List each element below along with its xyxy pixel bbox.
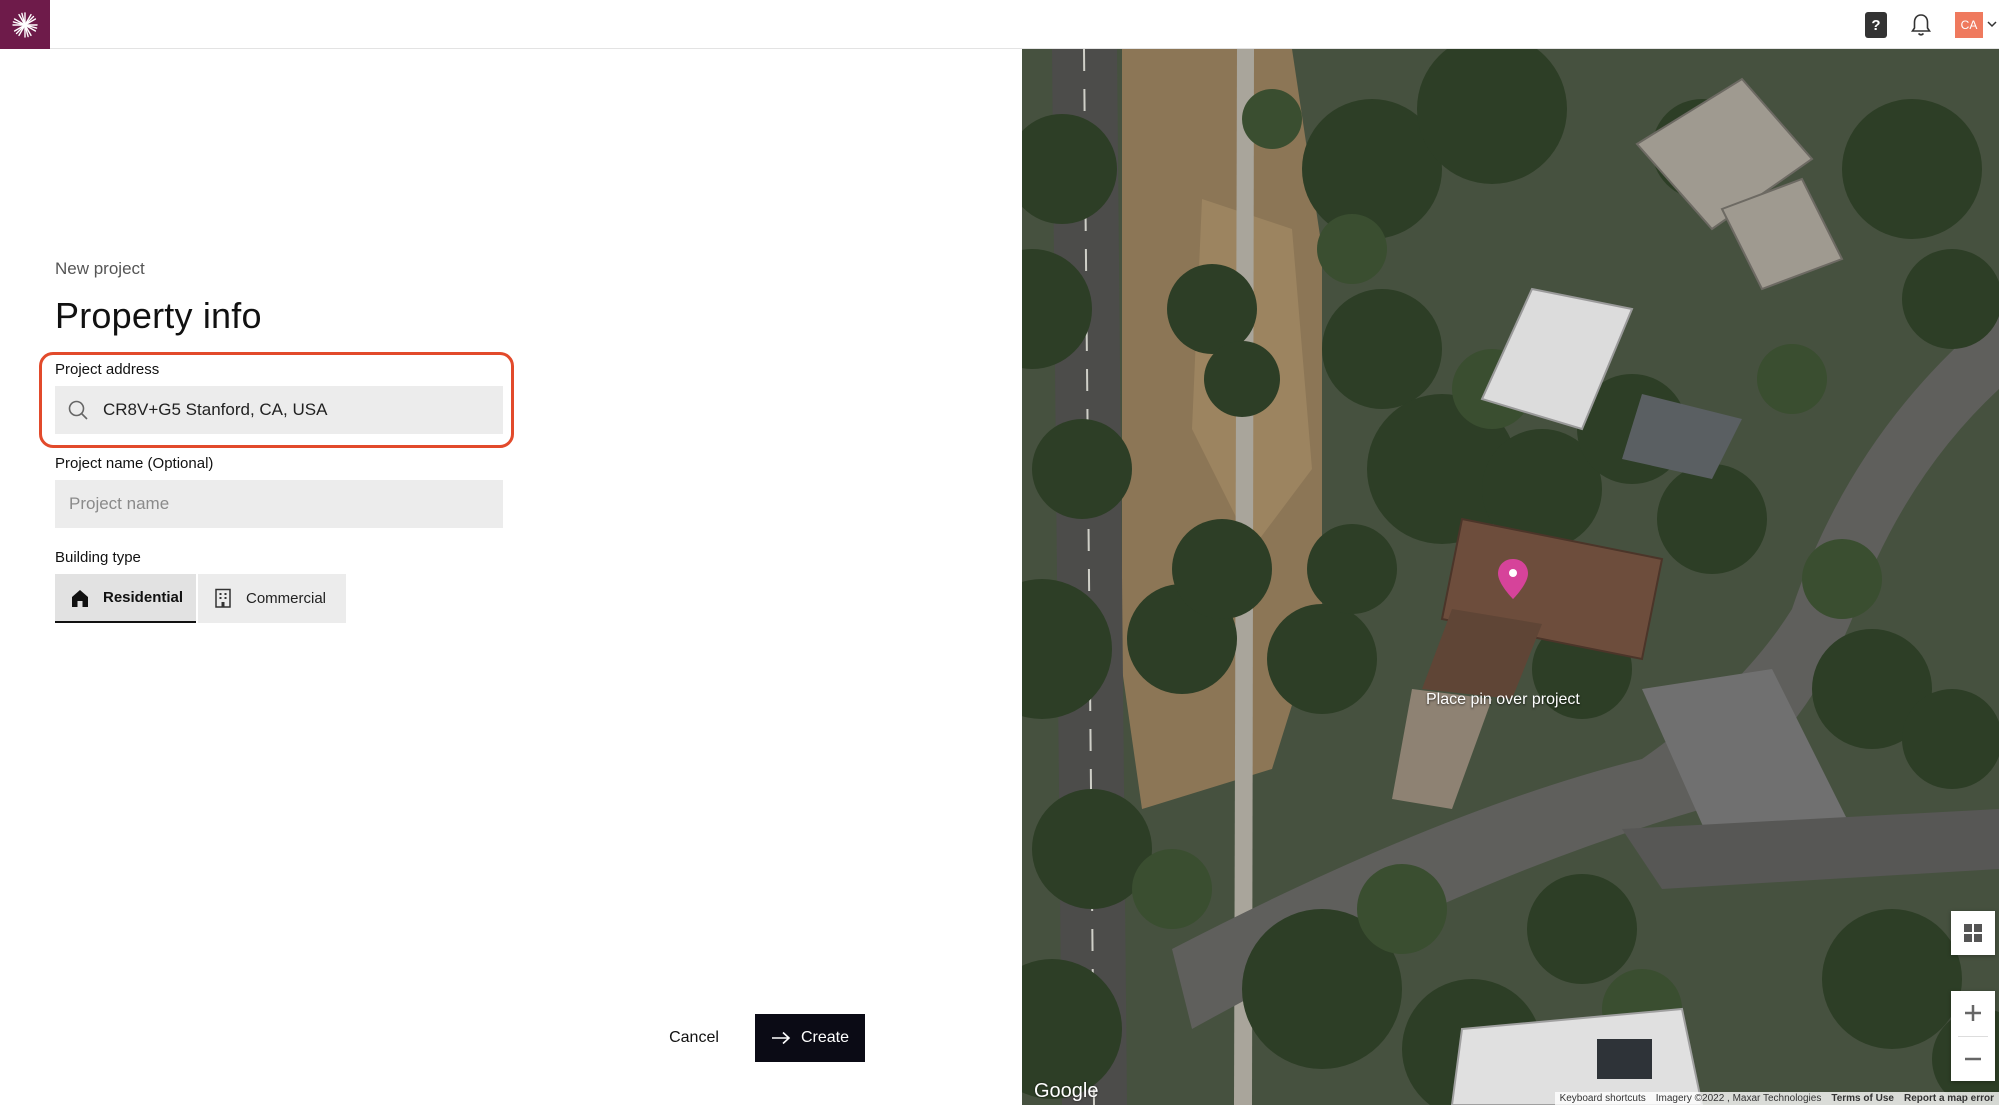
zoom-out-button[interactable]: [1951, 1036, 1995, 1081]
satellite-map[interactable]: Place pin over project Google Keyboard s…: [1022, 49, 1999, 1105]
address-label: Project address: [55, 361, 160, 378]
map-attribution: Keyboard shortcuts Imagery ©2022 , Maxar…: [1554, 1092, 1999, 1105]
terms-of-use-link[interactable]: Terms of Use: [1826, 1092, 1899, 1105]
building-type-residential-button[interactable]: Residential: [55, 574, 196, 623]
zoom-in-button[interactable]: [1951, 991, 1995, 1036]
notifications-button[interactable]: [1909, 12, 1933, 38]
page-title: Property info: [55, 295, 262, 336]
zoom-control: [1951, 991, 1995, 1081]
user-avatar[interactable]: CA: [1955, 12, 1983, 38]
building-type-commercial-button[interactable]: Commercial: [198, 574, 346, 623]
plus-icon: [1965, 1005, 1981, 1022]
bell-icon: [1911, 14, 1931, 36]
arrow-right-icon: [771, 1031, 791, 1045]
breadcrumb: New project: [55, 259, 145, 278]
google-logo: Google: [1034, 1080, 1099, 1102]
address-input[interactable]: CR8V+G5 Stanford, CA, USA: [55, 386, 503, 434]
grid-icon: [1964, 924, 1982, 942]
pin-hint-text: Place pin over project: [1426, 691, 1580, 708]
create-button[interactable]: Create: [755, 1014, 865, 1062]
house-icon: [72, 590, 88, 607]
building-type-label: Building type: [55, 549, 141, 566]
search-icon: [68, 400, 88, 420]
project-name-placeholder: Project name: [69, 494, 170, 513]
top-bar: ? CA: [0, 0, 1999, 49]
project-name-input[interactable]: Project name: [55, 480, 503, 528]
imagery-credit: Imagery ©2022 , Maxar Technologies: [1655, 1093, 1822, 1104]
keyboard-shortcuts-link[interactable]: Keyboard shortcuts: [1555, 1092, 1651, 1105]
minus-icon: [1965, 1057, 1981, 1060]
sunburst-logo-icon: [12, 11, 38, 38]
project-name-label: Project name (Optional): [55, 455, 214, 472]
chevron-down-icon[interactable]: [1986, 18, 1998, 30]
create-label: Create: [800, 1029, 850, 1046]
address-value: CR8V+G5 Stanford, CA, USA: [103, 400, 328, 419]
cancel-button[interactable]: Cancel: [654, 1014, 734, 1062]
building-icon: [215, 588, 231, 608]
residential-label: Residential: [103, 589, 184, 606]
help-button[interactable]: ?: [1865, 12, 1887, 38]
map-layers-button[interactable]: [1951, 911, 1995, 955]
report-map-error-link[interactable]: Report a map error: [1899, 1092, 1999, 1105]
commercial-label: Commercial: [246, 590, 327, 607]
app-logo[interactable]: [0, 0, 50, 49]
location-pin-icon[interactable]: [1495, 557, 1531, 601]
